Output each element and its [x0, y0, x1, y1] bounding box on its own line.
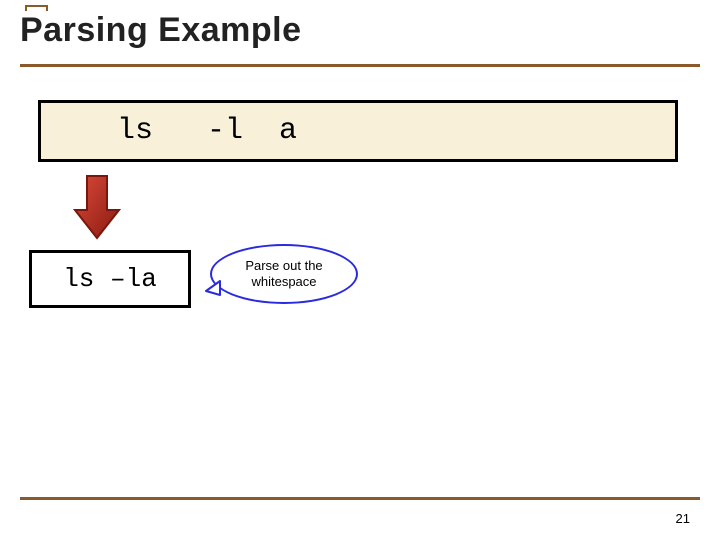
footer-divider: [20, 497, 700, 500]
callout-tail-icon: [204, 279, 222, 297]
page-number: 21: [676, 511, 690, 526]
slide-title: Parsing Example: [20, 11, 700, 50]
raw-command-box: ls -l a: [38, 100, 678, 162]
parsed-command-text: ls –la: [63, 264, 157, 294]
title-container: Parsing Example: [20, 11, 700, 67]
callout-line1: Parse out the: [245, 258, 322, 273]
callout-text: Parse out the whitespace: [245, 258, 322, 291]
callout-line2: whitespace: [251, 274, 316, 289]
raw-command-text: ls -l a: [81, 114, 297, 148]
callout-bubble: Parse out the whitespace: [210, 244, 358, 304]
down-arrow-icon: [73, 172, 121, 242]
callout-bubble-body: Parse out the whitespace: [210, 244, 358, 304]
parsed-command-box: ls –la: [29, 250, 191, 308]
